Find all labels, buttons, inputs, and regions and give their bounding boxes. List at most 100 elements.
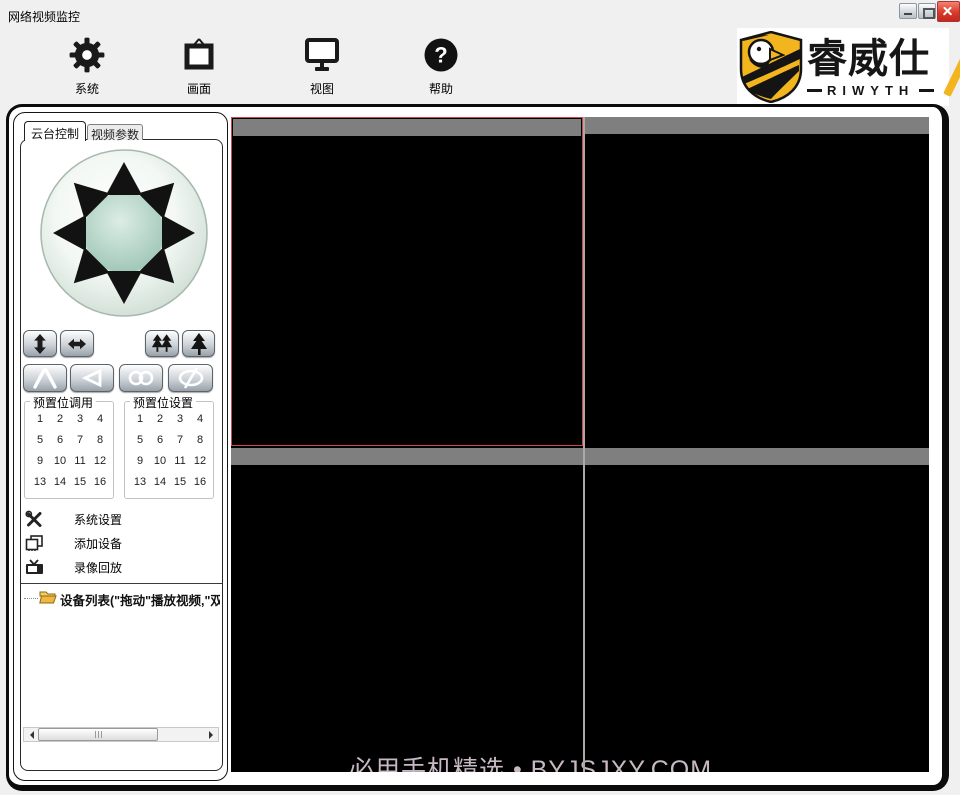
window-title: 网络视频监控 xyxy=(8,10,81,24)
toolbar-item-help[interactable]: ? 帮助 xyxy=(416,34,466,97)
preset-set-number[interactable]: 15 xyxy=(170,471,190,492)
device-list-root[interactable]: 设备列表("拖动"播放视频,"双 xyxy=(21,588,222,608)
menu-label: 系统设置 xyxy=(74,512,123,527)
toolbar-label-system: 系统 xyxy=(74,82,99,96)
monitor-icon xyxy=(302,34,342,76)
video-cell-3[interactable] xyxy=(231,448,583,772)
single-tree-icon xyxy=(190,332,207,355)
preset-set-number[interactable]: 10 xyxy=(150,450,170,471)
preset-set-group: 预置位设置 1 2 3 4 5 6 7 8 9 10 11 12 13 14 15 16 xyxy=(124,394,214,499)
zoom-wide-button[interactable] xyxy=(145,330,179,357)
preset-call-number[interactable]: 16 xyxy=(90,471,110,492)
preset-set-number[interactable]: 3 xyxy=(170,408,190,429)
infinity-icon xyxy=(128,370,154,386)
iris-button[interactable] xyxy=(168,364,213,392)
toolbar-label-screen: 画面 xyxy=(186,82,211,96)
preset-call-number[interactable]: 1 xyxy=(30,408,50,429)
preset-set-number[interactable]: 13 xyxy=(130,471,150,492)
toolbar-item-view[interactable]: 视图 xyxy=(297,34,347,97)
minimize-icon xyxy=(904,13,912,15)
tilt-scan-button[interactable] xyxy=(23,330,57,357)
aperture-button[interactable] xyxy=(23,364,67,392)
brand-name-en: RIWYTH xyxy=(827,83,915,98)
toolbar-label-help: 帮助 xyxy=(428,82,453,96)
maximize-icon xyxy=(923,8,935,19)
preset-call-number[interactable]: 13 xyxy=(30,471,50,492)
preset-call-number[interactable]: 11 xyxy=(70,450,90,471)
preset-call-number[interactable]: 4 xyxy=(90,408,110,429)
menu-label: 录像回放 xyxy=(74,560,123,575)
menu-item-playback[interactable]: 录像回放 xyxy=(24,556,214,578)
video-cell-4[interactable] xyxy=(585,448,929,772)
preset-set-number[interactable]: 1 xyxy=(130,408,150,429)
scroll-right-icon xyxy=(208,730,217,739)
video-cell-titlebar xyxy=(585,448,929,465)
scrollbar-thumb[interactable] xyxy=(38,728,158,741)
video-cell-1-selected[interactable] xyxy=(231,117,583,446)
preset-set-number[interactable]: 11 xyxy=(170,450,190,471)
tools-icon xyxy=(24,510,44,528)
preset-set-number[interactable]: 7 xyxy=(170,429,190,450)
toolbar-label-view: 视图 xyxy=(309,82,334,96)
preset-call-number[interactable]: 6 xyxy=(50,429,70,450)
preset-set-number[interactable]: 2 xyxy=(150,408,170,429)
preset-set-number[interactable]: 6 xyxy=(150,429,170,450)
horizontal-arrows-icon xyxy=(68,338,86,349)
preset-call-number[interactable]: 8 xyxy=(90,429,110,450)
preset-call-number[interactable]: 7 xyxy=(70,429,90,450)
menu-label: 添加设备 xyxy=(74,536,123,551)
focus-near-button[interactable] xyxy=(70,364,114,392)
preset-call-number[interactable]: 9 xyxy=(30,450,50,471)
preset-set-number[interactable]: 4 xyxy=(190,408,210,429)
aperture-icon xyxy=(33,368,57,389)
preset-call-number[interactable]: 5 xyxy=(30,429,50,450)
horizontal-scrollbar[interactable] xyxy=(23,727,219,742)
minimize-button[interactable] xyxy=(899,3,917,19)
preset-call-number[interactable]: 2 xyxy=(50,408,70,429)
preset-call-number[interactable]: 10 xyxy=(50,450,70,471)
preset-call-number[interactable]: 12 xyxy=(90,450,110,471)
preset-call-number[interactable]: 14 xyxy=(50,471,70,492)
toolbar-item-screen[interactable]: 画面 xyxy=(174,34,224,97)
maximize-button[interactable] xyxy=(918,3,936,19)
close-button[interactable] xyxy=(937,1,960,22)
preset-set-number[interactable]: 16 xyxy=(190,471,210,492)
double-tree-icon xyxy=(151,334,173,352)
preset-set-number[interactable]: 12 xyxy=(190,450,210,471)
scroll-left-button[interactable] xyxy=(24,728,38,741)
tab-video-params[interactable]: 视频参数 xyxy=(87,124,143,142)
video-grid-divider xyxy=(583,117,585,772)
gear-icon xyxy=(68,34,106,76)
pan-scan-button[interactable] xyxy=(60,330,94,357)
brand-shield-icon xyxy=(739,31,803,103)
tab-ptz-control[interactable]: 云台控制 xyxy=(24,121,86,141)
ptz-wheel[interactable] xyxy=(39,148,209,318)
scroll-left-icon xyxy=(26,730,34,739)
toolbar-item-system[interactable]: 系统 xyxy=(62,34,112,97)
video-cell-titlebar xyxy=(231,448,583,465)
tree-connector xyxy=(24,598,38,599)
preset-set-number[interactable]: 14 xyxy=(150,471,170,492)
preset-set-number[interactable]: 9 xyxy=(130,450,150,471)
preset-set-number[interactable]: 8 xyxy=(190,429,210,450)
picture-frame-icon xyxy=(179,34,219,76)
preset-call-number[interactable]: 3 xyxy=(70,408,90,429)
preset-call-number[interactable]: 15 xyxy=(70,471,90,492)
vertical-arrows-icon xyxy=(34,333,46,354)
preset-set-number[interactable]: 5 xyxy=(130,429,150,450)
device-list: 设备列表("拖动"播放视频,"双 xyxy=(21,583,222,745)
device-list-root-label: 设备列表("拖动"播放视频,"双 xyxy=(60,594,220,608)
zoom-tele-button[interactable] xyxy=(182,330,215,357)
video-cell-titlebar xyxy=(233,119,581,136)
video-cell-2[interactable] xyxy=(585,117,929,446)
focus-far-button[interactable] xyxy=(119,364,163,392)
menu-item-add-device[interactable]: 添加设备 xyxy=(24,532,214,554)
menu-item-system-settings[interactable]: 系统设置 xyxy=(24,508,214,530)
logo-dash-left xyxy=(807,89,822,92)
scroll-right-button[interactable] xyxy=(204,728,218,741)
brand-logo: 睿威仕 RIWYTH xyxy=(737,28,960,106)
preset-set-grid: 1 2 3 4 5 6 7 8 9 10 11 12 13 14 15 16 xyxy=(130,408,210,492)
preset-call-group: 预置位调用 1 2 3 4 5 6 7 8 9 10 11 12 13 14 15 16 xyxy=(24,394,114,499)
iris-slash-icon xyxy=(178,367,203,389)
preset-call-grid: 1 2 3 4 5 6 7 8 9 10 11 12 13 14 15 16 xyxy=(30,408,110,492)
